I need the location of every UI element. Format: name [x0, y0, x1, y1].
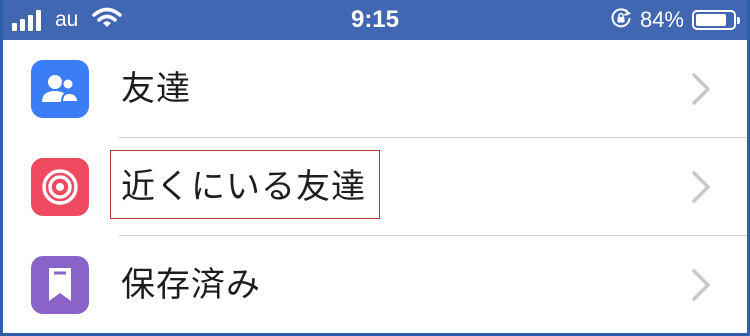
- screenshot-frame: [0, 0, 750, 336]
